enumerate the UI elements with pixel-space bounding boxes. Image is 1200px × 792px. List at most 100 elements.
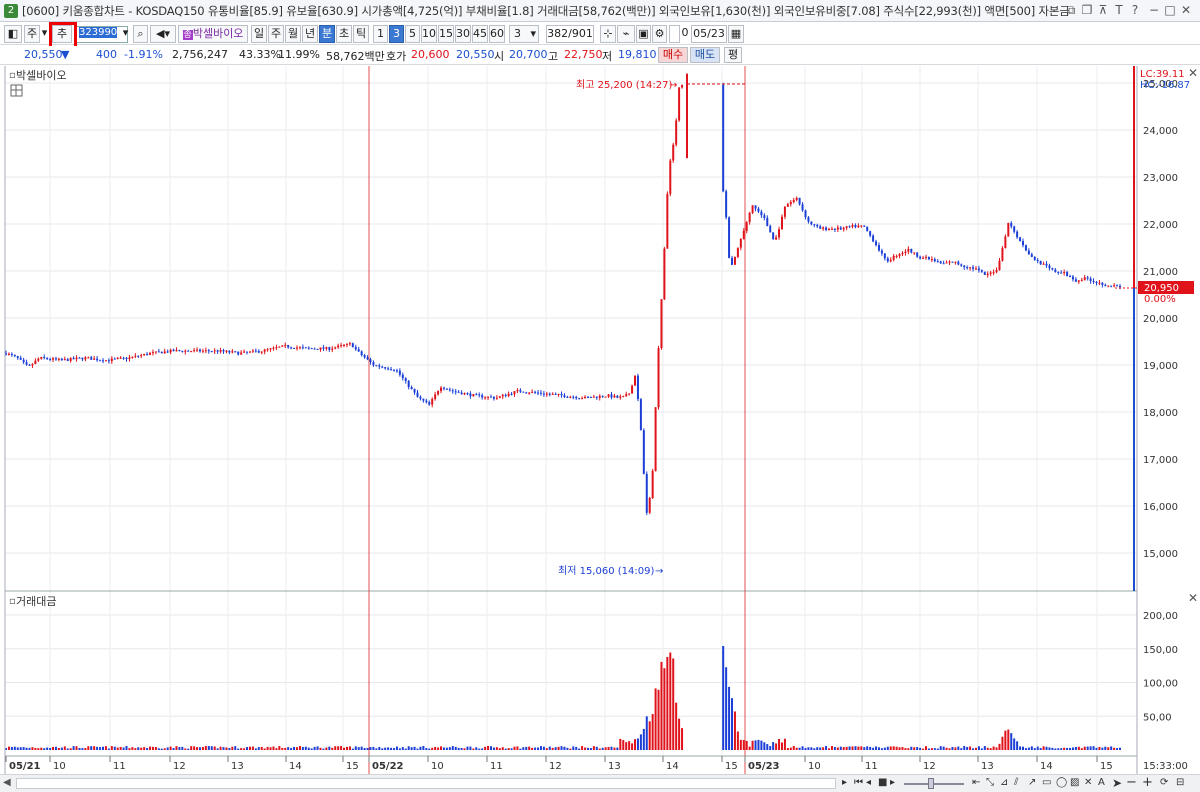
x-tick-label: 11 [113, 761, 126, 772]
volume-bar [357, 747, 360, 750]
line-tool-icon[interactable]: ⤡ [986, 777, 994, 788]
refresh-icon[interactable]: ⟳ [1160, 777, 1168, 788]
candle-body [475, 394, 478, 396]
calendar-icon[interactable]: ▦ [728, 25, 744, 43]
period-tick[interactable]: 틱 [353, 25, 369, 43]
candle-body [589, 397, 592, 399]
fill-tool-icon[interactable]: ▨ [1070, 777, 1079, 788]
step-back-icon[interactable]: ◂ [866, 777, 871, 788]
sell-button[interactable]: 매도 [690, 47, 720, 63]
ruler-icon[interactable]: ⇤ [972, 777, 980, 788]
maximize-icon[interactable]: □ [1164, 3, 1176, 17]
sound-icon[interactable]: ◀▾ [150, 25, 176, 43]
ellipse-tool-icon[interactable]: ◯ [1056, 777, 1067, 788]
font-size-icon[interactable]: T [1113, 3, 1125, 18]
copy-window-icon[interactable]: ❐ [1081, 3, 1093, 18]
period-second[interactable]: 초 [336, 25, 352, 43]
x-tick-label: 13 [231, 761, 244, 772]
layout-toggle-icon[interactable]: ◧ [4, 25, 22, 43]
period-day[interactable]: 일 [251, 25, 267, 43]
chart-settings-icon[interactable]: ⊟ [1176, 777, 1184, 788]
candle-body [466, 393, 469, 395]
volume-bar [240, 748, 243, 750]
save-icon[interactable]: ▣ [636, 25, 651, 43]
close-icon[interactable]: ✕ [1180, 3, 1192, 17]
volume-bar [554, 747, 557, 750]
volume-bar [1010, 733, 1013, 750]
volume-bar [877, 747, 880, 750]
draw-line-icon[interactable]: ⌁ [617, 25, 635, 43]
rect-tool-icon[interactable]: ▭ [1042, 777, 1051, 788]
candle-body [313, 348, 316, 350]
zoom-in-icon[interactable]: + [1142, 775, 1153, 790]
cross-tool-icon[interactable]: ✕ [1084, 777, 1092, 788]
volume-bar [766, 744, 769, 750]
interval-10[interactable]: 10 [421, 25, 437, 43]
arrow-tool-icon[interactable]: ↗ [1028, 777, 1036, 788]
volume-bar [248, 746, 251, 750]
volume-bar [325, 747, 328, 750]
search-icon[interactable]: ⌕ [133, 25, 148, 43]
period-year[interactable]: 년 [302, 25, 318, 43]
code-dropdown-icon[interactable]: ▾ [120, 25, 131, 43]
zoom-slider[interactable] [904, 783, 964, 785]
chart-area[interactable]: ▫ 박셀바이오 ▫ 거래대금 25,00024,00023,00022,0002… [0, 66, 1200, 774]
pin-icon[interactable]: ⊼ [1097, 3, 1109, 18]
settings-gear-icon[interactable]: ⚙ [652, 25, 667, 43]
play-icon[interactable]: ▸ [842, 777, 847, 788]
market-select[interactable]: 주 [24, 25, 40, 43]
candle-body [631, 385, 634, 394]
zoom-slider-handle[interactable] [928, 778, 934, 789]
interval-select[interactable]: 3 ▾ [509, 25, 539, 43]
candle-body [301, 347, 304, 349]
candle-body [225, 350, 228, 352]
restore-layout-icon[interactable]: ⧉ [1065, 3, 1077, 18]
candle-body [193, 350, 196, 352]
text-tool-icon[interactable]: A [1098, 777, 1105, 788]
interval-60[interactable]: 60 [489, 25, 505, 43]
buy-button[interactable]: 매수 [658, 47, 688, 63]
interval-15[interactable]: 15 [438, 25, 454, 43]
date-field[interactable]: 05/23 [691, 25, 727, 43]
panel-close-icon[interactable]: ✕ [1188, 66, 1198, 80]
date-checkbox[interactable] [669, 25, 680, 43]
crosshair-icon[interactable]: ⊹ [600, 25, 616, 43]
volume-bar [951, 746, 954, 750]
period-month[interactable]: 월 [285, 25, 301, 43]
help-icon[interactable]: ? [1129, 3, 1141, 18]
volume-bar [384, 747, 387, 750]
chart-scrollbar[interactable]: ◀ ▸ ⏮ ◂ ■ ▸ ⇤ ⤡ ⊿ ⫽ ↗ ▭ ◯ ▨ ✕ A ➤ − + ⟳ … [0, 774, 1200, 792]
channel-tool-icon[interactable]: ⫽ [1014, 777, 1018, 788]
volume-bar [169, 746, 172, 750]
candle-body [149, 352, 152, 355]
step-forward-icon[interactable]: ▸ [890, 777, 895, 788]
period-minute[interactable]: 분 [319, 25, 335, 43]
volume-bar [833, 746, 836, 750]
pyeong-button[interactable]: 평 [724, 47, 742, 63]
stock-name-button[interactable]: 종박셀바이오 [178, 25, 248, 43]
volume-bar [481, 748, 484, 750]
period-week[interactable]: 주 [268, 25, 284, 43]
candle-body [460, 392, 463, 395]
candle-body [13, 355, 16, 357]
interval-1[interactable]: 1 [373, 25, 388, 43]
market-dropdown-icon[interactable]: ▾ [40, 25, 49, 43]
price-tick: 20,000 [1143, 314, 1178, 325]
scroll-track[interactable] [16, 778, 836, 789]
volume-bar [219, 746, 222, 750]
candle-body [160, 351, 163, 354]
minimize-icon[interactable]: − [1148, 3, 1160, 17]
scroll-left-icon[interactable]: ◀ [3, 777, 11, 788]
interval-3[interactable]: 3 [389, 25, 404, 43]
volume-bar [66, 748, 69, 750]
arrow-right-icon[interactable]: ➤ [1112, 776, 1122, 790]
stop-icon[interactable]: ■ [878, 777, 887, 788]
interval-45[interactable]: 45 [472, 25, 488, 43]
interval-5[interactable]: 5 [405, 25, 420, 43]
fib-tool-icon[interactable]: ⊿ [1000, 777, 1008, 788]
candle-body [1039, 260, 1042, 265]
interval-30[interactable]: 30 [455, 25, 471, 43]
rewind-icon[interactable]: ⏮ [854, 777, 863, 788]
zoom-out-icon[interactable]: − [1126, 775, 1137, 790]
panel2-close-icon[interactable]: ✕ [1188, 591, 1198, 605]
